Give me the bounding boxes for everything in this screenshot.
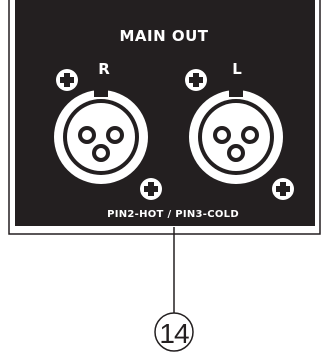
panel-title: MAIN OUT (119, 27, 208, 45)
connector-label-l: L (232, 60, 242, 78)
mounting-screw-icon (272, 178, 294, 200)
xlr-pin (227, 144, 245, 162)
mounting-screw-icon (56, 69, 78, 91)
callout-number: 14 (159, 318, 189, 349)
pin-assignment-label: PIN2-HOT / PIN3-COLD (107, 209, 239, 220)
xlr-pin (92, 144, 110, 162)
mounting-screw-icon (140, 178, 162, 200)
xlr-pin (241, 126, 259, 144)
xlr-pin (213, 126, 231, 144)
xlr-latch-key (229, 84, 243, 97)
xlr-pin (106, 126, 124, 144)
mounting-screw-icon (185, 69, 207, 91)
main-out-diagram: MAIN OUT R L PIN2-HOT / PIN3-COLD 14 (8, 0, 321, 352)
xlr-pin (78, 126, 96, 144)
connector-label-r: R (98, 60, 110, 78)
xlr-latch-key (94, 84, 108, 97)
